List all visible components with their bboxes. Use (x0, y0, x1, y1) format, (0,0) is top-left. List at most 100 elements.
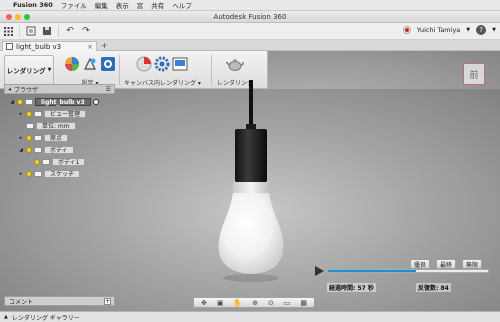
menu-edit[interactable]: 編集 (95, 0, 108, 10)
viewcube[interactable]: 前 (463, 63, 485, 85)
folder-icon (34, 146, 42, 153)
tree-node-root[interactable]: ◢ light_bulb v3 (9, 97, 99, 106)
tree-node-sketches[interactable]: ▸ スケッチ (18, 169, 81, 178)
chevron-down-icon[interactable]: ▼ (466, 27, 470, 33)
browser-header[interactable]: ◂ ブラウザ ☰ (4, 84, 115, 94)
tree-node-origin[interactable]: ▸ 原点 (18, 133, 69, 142)
save-icon[interactable] (39, 24, 55, 38)
render-quality-buttons: 優良 最終 無限 (410, 259, 483, 269)
render-progress-track (327, 269, 489, 273)
toolbar-right: Yuichi Tamiya ▼ ? ▼ (402, 25, 496, 35)
new-tab-icon[interactable]: + (101, 41, 108, 50)
setup-group: 設定 ▾ (64, 53, 116, 87)
lightbulb-icon[interactable] (26, 170, 32, 177)
app-grid-icon[interactable] (0, 24, 16, 38)
document-icon (6, 43, 13, 50)
file-menu-icon[interactable] (23, 24, 39, 38)
lightbulb-icon[interactable] (34, 158, 40, 165)
quality-infinite-button[interactable]: 無限 (462, 259, 483, 269)
lightbulb-icon[interactable] (26, 146, 32, 153)
document-tabbar: light_bulb v3 × + (0, 40, 500, 51)
lightbulb-icon[interactable] (26, 134, 32, 141)
folder-icon (34, 110, 42, 117)
quality-final-button[interactable]: 最終 (436, 259, 457, 269)
display-settings-icon[interactable]: ▭ (284, 299, 291, 307)
scene-settings-icon[interactable] (100, 56, 116, 72)
quick-access-toolbar: ↶ ↷ Yuichi Tamiya ▼ ? ▼ (0, 23, 500, 40)
chevron-down-icon: ▼ (47, 67, 52, 73)
lightbulb-icon[interactable] (17, 98, 23, 105)
zoom-window-button[interactable] (24, 14, 30, 20)
add-comment-icon[interactable]: + (104, 297, 111, 305)
expand-arrow-icon[interactable]: ▸ (18, 111, 24, 117)
tree-node-label: ビュー管理 (44, 109, 87, 118)
in-canvas-render-label[interactable]: キャンバス内レンダリング (124, 80, 196, 87)
redo-icon[interactable]: ↷ (78, 24, 94, 38)
menu-help[interactable]: ヘルプ (172, 0, 192, 10)
tree-node-bodies[interactable]: ◢ ボディ (18, 145, 74, 154)
menu-app-name[interactable]: Fusion 360 (13, 1, 53, 9)
menu-file[interactable]: ファイル (61, 0, 87, 10)
tree-node-label: ボディ1 (52, 157, 86, 166)
minimize-window-button[interactable] (15, 14, 21, 20)
browser-title: ブラウザ (14, 86, 39, 94)
chevron-down-icon[interactable]: ▼ (492, 27, 496, 33)
quality-excellent-button[interactable]: 優良 (410, 259, 431, 269)
iteration-count: 反復数: 84 (416, 283, 451, 292)
ribbon-divider (119, 55, 120, 85)
collapse-arrow-icon[interactable]: ◢ (18, 147, 24, 153)
body-icon (42, 158, 50, 165)
mac-menubar: Fusion 360 ファイル 編集 表示 窓 共有 ヘルプ (0, 0, 500, 11)
light-bulb-model[interactable] (215, 80, 287, 285)
viewcube-face-label: 前 (469, 70, 479, 81)
elapsed-time: 経過時間: 57 秒 (327, 283, 376, 292)
toolbar-divider (58, 25, 59, 37)
render-teapot-icon[interactable] (226, 56, 244, 72)
pan-hand-icon[interactable]: ✋ (233, 299, 242, 307)
document-tab-label: light_bulb v3 (16, 42, 62, 51)
close-window-button[interactable] (6, 14, 12, 20)
zoom-window-icon[interactable]: ⊙ (268, 299, 274, 307)
play-icon[interactable] (315, 266, 324, 276)
close-tab-icon[interactable]: × (87, 43, 93, 51)
in-canvas-render-group: キャンバス内レンダリング ▾ (124, 53, 201, 87)
render-gallery-label: レンダリング ギャラリー (11, 314, 80, 322)
menu-view[interactable]: 表示 (116, 0, 129, 10)
expand-arrow-icon[interactable]: ◢ (9, 99, 15, 105)
workspace-switcher[interactable]: レンダリング ▼ (4, 55, 54, 85)
render-settings-gear-icon[interactable] (154, 56, 170, 72)
workspace-label: レンダリング (6, 67, 46, 75)
browser-panel: ◂ ブラウザ ☰ ◢ light_bulb v3 ▸ ビュー管理 単位: mm … (4, 84, 115, 180)
comments-panel[interactable]: コメント + (4, 296, 115, 306)
help-icon[interactable]: ? (476, 25, 487, 35)
lightbulb-icon[interactable] (26, 110, 32, 117)
active-radio-icon[interactable] (92, 98, 99, 105)
render-gallery-bar[interactable]: ▲ レンダリング ギャラリー (0, 311, 500, 322)
in-canvas-render-icon[interactable] (136, 56, 152, 72)
tree-node-body1[interactable]: ボディ1 (34, 157, 86, 166)
chevron-up-icon[interactable]: ▲ (4, 314, 8, 320)
zoom-icon[interactable]: ⊕ (252, 299, 258, 307)
document-tab[interactable]: light_bulb v3 × (2, 41, 97, 51)
ribbon-divider (211, 55, 212, 85)
window-title: Autodesk Fusion 360 (213, 12, 287, 21)
orbit-icon[interactable]: ✥ (201, 299, 207, 307)
texture-map-icon[interactable] (82, 56, 98, 72)
look-at-icon[interactable]: ▣ (217, 299, 224, 307)
tree-node-label: 単位: mm (36, 121, 76, 130)
folder-icon (34, 170, 42, 177)
tree-node-units[interactable]: 単位: mm (18, 121, 76, 130)
tree-node-view-management[interactable]: ▸ ビュー管理 (18, 109, 87, 118)
menu-share[interactable]: 共有 (151, 0, 164, 10)
collapse-arrow-icon[interactable]: ◂ (8, 86, 11, 93)
menu-window[interactable]: 窓 (137, 0, 144, 10)
panel-menu-icon[interactable]: ☰ (106, 86, 111, 93)
grid-settings-icon[interactable]: ▦ (300, 299, 307, 307)
capture-image-icon[interactable] (172, 56, 188, 72)
user-menu[interactable]: Yuichi Tamiya (417, 26, 461, 34)
record-icon[interactable] (402, 26, 411, 34)
expand-arrow-icon[interactable]: ▸ (18, 135, 24, 141)
appearance-icon[interactable] (64, 56, 80, 72)
expand-arrow-icon[interactable]: ▸ (18, 171, 24, 177)
undo-icon[interactable]: ↶ (62, 24, 78, 38)
